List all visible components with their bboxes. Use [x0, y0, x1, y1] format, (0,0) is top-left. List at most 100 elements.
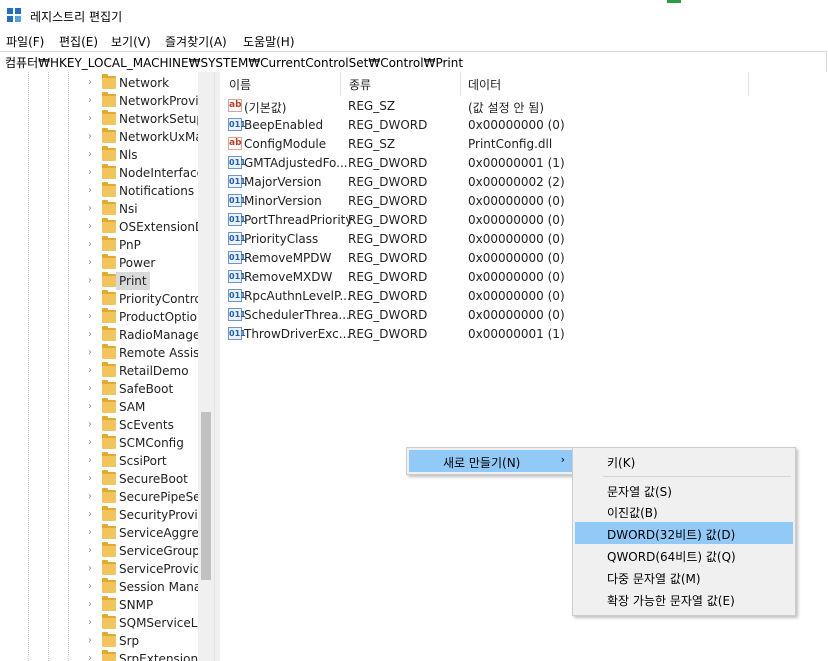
chevron-right-icon[interactable]: ›: [88, 383, 92, 394]
menu-item-qword-value[interactable]: QWORD(64비트) 값(Q): [575, 544, 793, 566]
tree-item[interactable]: › NetworkSetup: [86, 110, 204, 128]
chevron-right-icon[interactable]: ›: [88, 617, 92, 628]
tree-item[interactable]: › Notifications: [86, 182, 200, 200]
tree-item[interactable]: › PnP: [86, 236, 200, 254]
chevron-right-icon[interactable]: ›: [88, 437, 92, 448]
chevron-right-icon[interactable]: ›: [88, 545, 92, 556]
chevron-right-icon[interactable]: ›: [88, 653, 92, 661]
tree-item[interactable]: › Remote Assist: [86, 344, 204, 362]
chevron-right-icon[interactable]: ›: [88, 635, 92, 646]
chevron-right-icon[interactable]: ›: [88, 131, 92, 142]
tree-item[interactable]: › PriorityContro: [86, 290, 202, 308]
chevron-right-icon[interactable]: ›: [88, 275, 92, 286]
table-row[interactable]: 011 RemoveMPDW REG_DWORD 0x00000000 (0): [226, 249, 826, 268]
chevron-right-icon[interactable]: ›: [88, 473, 92, 484]
menu-favorites[interactable]: 즐겨찾기(A): [165, 33, 227, 50]
tree-item[interactable]: › SNMP: [86, 596, 200, 614]
tree-item[interactable]: › NodeInterface: [86, 164, 204, 182]
tree-item[interactable]: › RadioManager: [86, 326, 205, 344]
tree-scrollbar-thumb[interactable]: [201, 412, 211, 580]
menu-item-string-value[interactable]: 문자열 값(S): [575, 479, 793, 501]
column-separator[interactable]: [460, 72, 461, 96]
table-row[interactable]: 011 PortThreadPriority REG_DWORD 0x00000000…: [226, 211, 826, 230]
tree-item[interactable]: › NetworkUxMa: [86, 128, 203, 146]
tree-item[interactable]: › Nsi: [86, 200, 200, 218]
chevron-right-icon[interactable]: ›: [88, 167, 92, 178]
chevron-right-icon[interactable]: ›: [88, 527, 92, 538]
tree-item[interactable]: › SafeBoot: [86, 380, 200, 398]
chevron-right-icon[interactable]: ›: [88, 221, 92, 232]
menu-item-multi-string-value[interactable]: 다중 문자열 값(M): [575, 566, 793, 588]
tree-item[interactable]: › OSExtensionD: [86, 218, 204, 236]
chevron-right-icon[interactable]: ›: [88, 77, 92, 88]
menu-view[interactable]: 보기(V): [111, 33, 151, 50]
tree-item[interactable]: › SecurePipeSer: [86, 488, 206, 506]
table-row[interactable]: ab (기본값) REG_SZ (값 설정 안 됨): [226, 97, 826, 116]
chevron-right-icon[interactable]: ›: [88, 293, 92, 304]
tree-item[interactable]: › ServiceProvide: [86, 560, 208, 578]
tree-item[interactable]: › SecureBoot: [86, 470, 200, 488]
tree-item[interactable]: › ServiceAggreg: [86, 524, 206, 542]
chevron-right-icon[interactable]: ›: [88, 581, 92, 592]
column-separator[interactable]: [340, 72, 341, 96]
column-header-data[interactable]: 데이터: [468, 76, 501, 93]
tree-item[interactable]: › SCMConfig: [86, 434, 200, 452]
tree-item[interactable]: › ScEvents: [86, 416, 200, 434]
table-row[interactable]: 011 RemoveMXDW REG_DWORD 0x00000000 (0): [226, 268, 826, 287]
column-header-name[interactable]: 이름: [229, 76, 251, 93]
key-tree[interactable]: › Network › NetworkProvid › NetworkSetup › Netw…: [0, 72, 214, 661]
chevron-right-icon[interactable]: ›: [88, 509, 92, 520]
menu-item-binary-value[interactable]: 이진값(B): [575, 500, 793, 522]
tree-item[interactable]: › Srp: [86, 632, 200, 650]
chevron-right-icon[interactable]: ›: [88, 455, 92, 466]
tree-item[interactable]: › SecurityProvid: [86, 506, 205, 524]
table-row[interactable]: 011 ThrowDriverExc... REG_DWORD 0x00000001 …: [226, 325, 826, 344]
chevron-right-icon[interactable]: ›: [88, 491, 92, 502]
tree-item[interactable]: › Print: [86, 272, 200, 290]
chevron-right-icon[interactable]: ›: [88, 203, 92, 214]
column-separator[interactable]: [748, 72, 749, 96]
table-row[interactable]: 011 MajorVersion REG_DWORD 0x00000002 (2): [226, 173, 826, 192]
tree-item[interactable]: › ProductOption: [86, 308, 205, 326]
menu-item-expandable-string-value[interactable]: 확장 가능한 문자열 값(E): [575, 588, 793, 610]
chevron-right-icon[interactable]: ›: [88, 563, 92, 574]
chevron-right-icon[interactable]: ›: [88, 401, 92, 412]
menu-item-key[interactable]: 키(K): [575, 450, 793, 472]
tree-item[interactable]: › NetworkProvid: [86, 92, 206, 110]
chevron-right-icon[interactable]: ›: [88, 113, 92, 124]
chevron-right-icon[interactable]: ›: [88, 257, 92, 268]
menu-item-dword-value[interactable]: DWORD(32비트) 값(D): [575, 522, 793, 544]
tree-item[interactable]: › ScsiPort: [86, 452, 200, 470]
table-row[interactable]: 011 GMTAdjustedFo... REG_DWORD 0x00000001 (…: [226, 154, 826, 173]
chevron-right-icon[interactable]: ›: [88, 365, 92, 376]
tree-item[interactable]: › Nls: [86, 146, 200, 164]
chevron-right-icon[interactable]: ›: [88, 149, 92, 160]
tree-item[interactable]: › RetailDemo: [86, 362, 200, 380]
table-row[interactable]: 011 RpcAuthnLevelP... REG_DWORD 0x00000000 …: [226, 287, 826, 306]
menu-help[interactable]: 도움말(H): [243, 33, 295, 50]
tree-item[interactable]: › Network: [86, 74, 200, 92]
menu-file[interactable]: 파일(F): [6, 33, 44, 50]
chevron-right-icon[interactable]: ›: [88, 311, 92, 322]
table-row[interactable]: 011 PriorityClass REG_DWORD 0x00000000 (0): [226, 230, 826, 249]
tree-item[interactable]: › SQMServiceLi: [86, 614, 201, 632]
menu-edit[interactable]: 편집(E): [59, 33, 98, 50]
column-header-type[interactable]: 종류: [349, 76, 371, 93]
chevron-right-icon[interactable]: ›: [88, 347, 92, 358]
chevron-right-icon[interactable]: ›: [88, 239, 92, 250]
address-bar[interactable]: 컴퓨터₩HKEY_LOCAL_MACHINE₩SYSTEM₩CurrentCon…: [0, 51, 827, 73]
chevron-right-icon[interactable]: ›: [88, 419, 92, 430]
table-row[interactable]: 011 SchedulerThrea... REG_DWORD 0x00000000 …: [226, 306, 826, 325]
tree-item[interactable]: › Session Mana: [86, 578, 201, 596]
chevron-right-icon[interactable]: ›: [88, 599, 92, 610]
tree-item[interactable]: › Power: [86, 254, 200, 272]
table-row[interactable]: 011 BeepEnabled REG_DWORD 0x00000000 (0): [226, 116, 826, 135]
tree-item[interactable]: › SrpExtensionC: [86, 650, 206, 661]
tree-item[interactable]: › ServiceGroupO: [86, 542, 209, 560]
chevron-right-icon[interactable]: ›: [88, 329, 92, 340]
tree-item[interactable]: › SAM: [86, 398, 200, 416]
table-row[interactable]: ab ConfigModule REG_SZ PrintConfig.dll: [226, 135, 826, 154]
chevron-right-icon[interactable]: ›: [88, 185, 92, 196]
chevron-right-icon[interactable]: ›: [88, 95, 92, 106]
menu-item-new[interactable]: 새로 만들기(N) ›: [409, 450, 573, 472]
